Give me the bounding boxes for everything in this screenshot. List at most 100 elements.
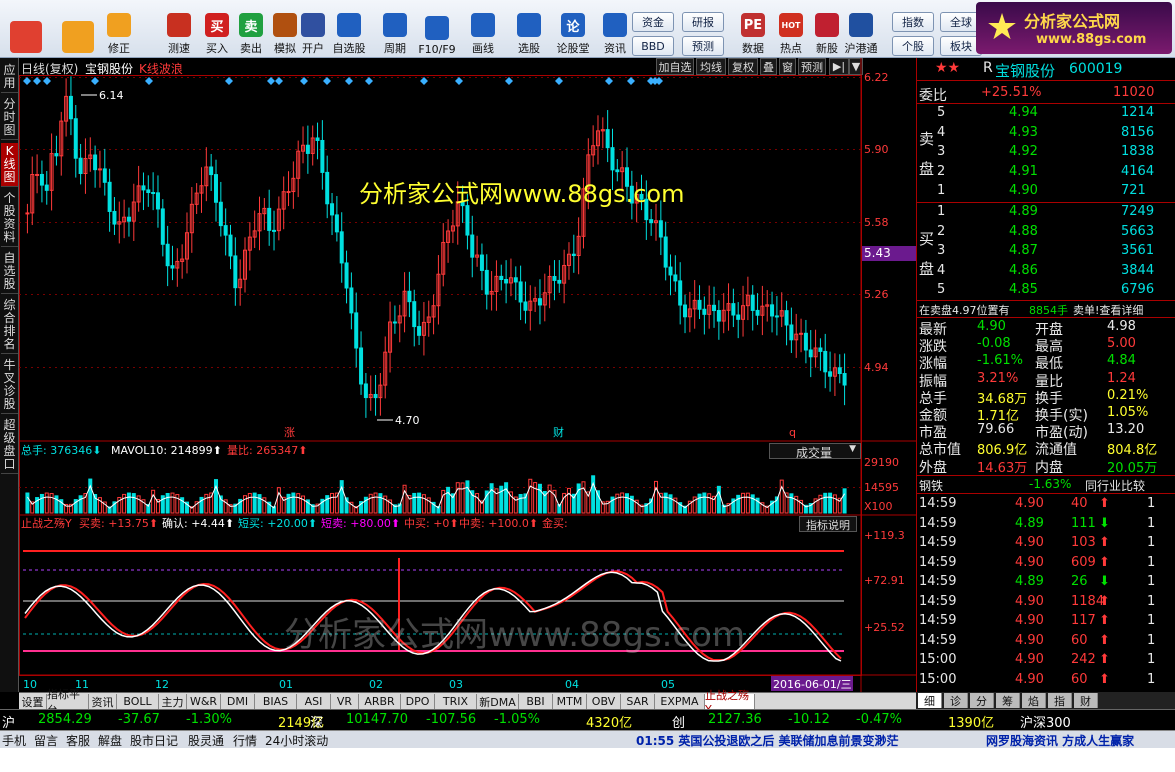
volume-bar: [276, 487, 281, 514]
status-item-4[interactable]: 解盘: [98, 732, 122, 749]
quote-tab-6[interactable]: 指: [1048, 693, 1072, 708]
tick-count: 1: [1147, 535, 1156, 550]
indicator-tab-5[interactable]: 主力: [159, 694, 187, 709]
quote-tab-1[interactable]: 细: [918, 693, 942, 708]
status-item-1[interactable]: 手机: [2, 732, 26, 749]
indicator-tab-19[interactable]: EXPMA: [655, 694, 705, 709]
left-tab-1[interactable]: 应用: [1, 62, 18, 93]
quote-tab-7[interactable]: 财: [1074, 693, 1098, 708]
indicator-tab-8[interactable]: BIAS: [255, 694, 297, 709]
toolbar-button-8[interactable]: 开户: [294, 6, 332, 56]
left-tab-3[interactable]: K线图: [1, 143, 18, 187]
tick-price: 4.90: [1015, 632, 1044, 648]
candle-body: [78, 157, 83, 175]
toolbar-button-4[interactable]: 测速: [160, 6, 198, 56]
volume-bar: [547, 484, 552, 514]
toolbar-button-3[interactable]: 修正: [100, 6, 138, 56]
indicator-tab-3[interactable]: 资讯: [89, 694, 117, 709]
status-item-5[interactable]: 股市日记: [130, 732, 178, 749]
quote-tab-3[interactable]: 分: [970, 693, 994, 708]
indicator-tab-13[interactable]: TRIX: [435, 694, 477, 709]
toolbar-button-17[interactable]: HOT 热点: [772, 6, 810, 56]
left-tab-7[interactable]: 牛叉诊股: [1, 357, 18, 414]
status-item-6[interactable]: 股灵通: [188, 732, 224, 749]
left-tab-4[interactable]: 个股资料: [1, 190, 18, 247]
toolbar-button-19[interactable]: 沪港通: [842, 6, 880, 56]
quick-button-研报[interactable]: 研报: [682, 12, 724, 32]
left-tab-2[interactable]: 分时图: [1, 96, 18, 140]
status-item-2[interactable]: 留言: [34, 732, 58, 749]
candle-body: [557, 279, 562, 284]
indicator-tab-9[interactable]: ASI: [297, 694, 331, 709]
left-tab-8[interactable]: 超级盘口: [1, 417, 18, 474]
indicator-help-button[interactable]: 指标说明: [799, 516, 857, 532]
candle-body: [518, 281, 523, 303]
toolbar-button-9[interactable]: 自选股: [330, 6, 368, 56]
toolbar-button-5[interactable]: 买买入: [198, 6, 236, 56]
indicator-tab-14[interactable]: 新DMA: [477, 694, 519, 709]
toolbar-button-18[interactable]: 新股: [808, 6, 846, 56]
indicator-tab-18[interactable]: SAR: [621, 694, 655, 709]
candle-body: [736, 314, 741, 320]
indicator-tab-20[interactable]: 止战之殇Y: [705, 689, 755, 716]
event-mark-q: q: [789, 426, 796, 439]
status-item-3[interactable]: 客服: [66, 732, 90, 749]
indicator-tab-15[interactable]: BBI: [519, 694, 553, 709]
candle-body: [649, 219, 654, 224]
sell-level: 3: [937, 144, 946, 159]
left-tab-6[interactable]: 综合排名: [1, 297, 18, 354]
signal-diamond: [365, 77, 373, 85]
indicator-tab-11[interactable]: ARBR: [359, 694, 401, 709]
toolbar-button-16[interactable]: PE 数据: [734, 6, 772, 56]
news-headline[interactable]: 01:55 英国公投退欧之后 美联储加息前景变渺茫: [636, 732, 899, 749]
sell-price: 4.92: [1009, 144, 1038, 159]
ticker-name: 深: [310, 716, 324, 731]
volume-bar: [566, 487, 571, 514]
tick-count: 1: [1147, 671, 1156, 687]
toolbar-button-12[interactable]: 画线: [464, 6, 502, 56]
quote-tab-4[interactable]: 筹: [996, 693, 1020, 708]
toolbar-button-2[interactable]: [56, 6, 100, 56]
indicator-tab-6[interactable]: W&R: [187, 694, 221, 709]
quick-button-资金[interactable]: 资金: [632, 12, 674, 32]
candle-body: [160, 208, 165, 245]
toolbar-button-1[interactable]: [4, 6, 48, 56]
quick-button-个股[interactable]: 个股: [892, 36, 934, 56]
stat-value: 4.98: [1107, 319, 1136, 334]
volume-bar: [339, 480, 344, 514]
toolbar-button-6[interactable]: 卖卖出: [232, 6, 270, 56]
indicator-tab-16[interactable]: MTM: [553, 694, 587, 709]
toolbar-button-11[interactable]: F10/F9: [418, 6, 456, 56]
volume-bar: [668, 494, 673, 514]
star-folder-icon: [337, 13, 361, 37]
sell-price: 4.91: [1009, 163, 1038, 179]
candle-body: [165, 243, 170, 267]
indicator-tab-4[interactable]: BOLL: [117, 694, 159, 709]
person-icon: [301, 13, 325, 37]
indicator-tab-2[interactable]: 指标平台: [47, 688, 89, 717]
tick-count: 1: [1147, 632, 1156, 648]
indicator-value-2: 确认: +4.44⬆: [162, 517, 234, 530]
left-tab-5[interactable]: 自选股: [1, 250, 18, 294]
quote-tab-2[interactable]: 诊: [944, 693, 968, 708]
left-tab-char: 口: [3, 457, 16, 471]
quick-button-指数[interactable]: 指数: [892, 12, 934, 32]
indicator-tab-12[interactable]: DPO: [401, 694, 435, 709]
status-item-7[interactable]: 行情: [233, 732, 257, 749]
quick-button-BBD[interactable]: BBD: [632, 36, 674, 56]
indicator-tab-10[interactable]: VR: [331, 694, 359, 709]
volume-selector[interactable]: 成交量 ▼: [769, 443, 861, 460]
toolbar-button-14[interactable]: 论论股堂: [554, 6, 592, 56]
quote-tab-5[interactable]: 焰: [1022, 693, 1046, 708]
toolbar-button-10[interactable]: 周期: [376, 6, 414, 56]
candle-body: [504, 279, 509, 284]
volume-bar: [736, 494, 741, 514]
indicator-tab-17[interactable]: OBV: [587, 694, 621, 709]
status-item-8[interactable]: 24小时滚动: [265, 732, 328, 749]
toolbar-button-15[interactable]: 资讯: [596, 6, 634, 56]
indicator-tab-7[interactable]: DMI: [221, 694, 255, 709]
toolbar-button-13[interactable]: 选股: [510, 6, 548, 56]
quick-button-预测[interactable]: 预测: [682, 36, 724, 56]
indicator-tab-1[interactable]: 设置: [19, 694, 47, 709]
chart-canvas[interactable]: 6.22 5.90 5.58 5.26 4.94 6.14 4.70 涨 财 q 总手: 37634…: [19, 58, 916, 692]
